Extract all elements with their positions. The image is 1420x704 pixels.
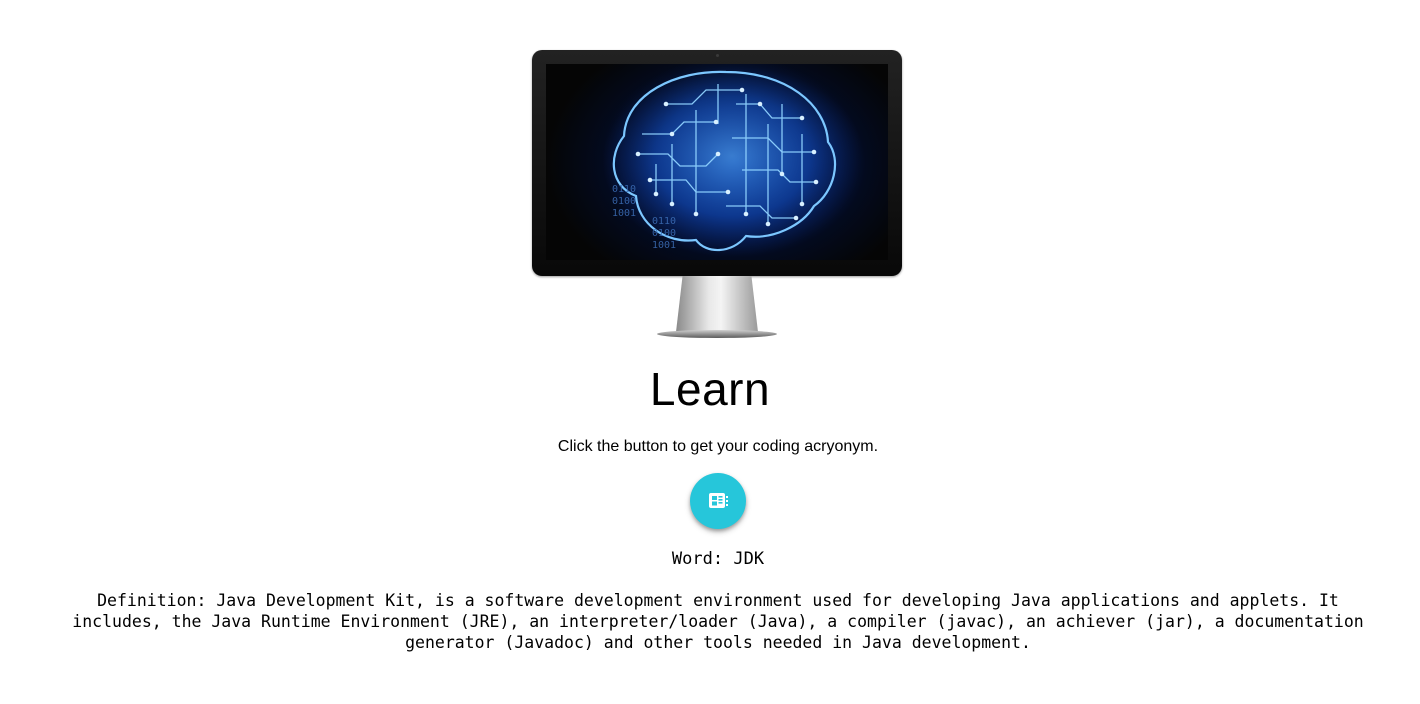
svg-text:0100: 0100 (612, 196, 636, 207)
get-acronym-button[interactable] (690, 473, 746, 529)
definition-value: Java Development Kit, is a software deve… (72, 591, 1364, 652)
word-value: JDK (733, 549, 765, 569)
word-label: Word: (671, 549, 734, 569)
svg-text:0100: 0100 (652, 228, 676, 239)
svg-text:1001: 1001 (612, 208, 636, 219)
svg-text:0110: 0110 (612, 184, 636, 195)
camera-dot (716, 54, 719, 57)
monitor-frame: 0110 0100 1001 0110 0100 1001 (532, 50, 902, 276)
definition-label: Definition: (97, 591, 217, 610)
page-subtitle: Click the button to get your coding acry… (557, 438, 879, 455)
monitor-screen: 0110 0100 1001 0110 0100 1001 (546, 64, 888, 260)
svg-text:1001: 1001 (652, 240, 676, 251)
generate-icon (707, 490, 729, 512)
monitor-stand-neck (676, 276, 758, 332)
word-result: Word: JDK (0, 549, 1420, 569)
hero-monitor-image: 0110 0100 1001 0110 0100 1001 (530, 49, 904, 339)
definition-result: Definition: Java Development Kit, is a s… (66, 590, 1370, 653)
brain-circuit-icon: 0110 0100 1001 0110 0100 1001 (602, 64, 862, 256)
svg-text:0110: 0110 (652, 216, 676, 227)
monitor-stand-base (657, 330, 777, 338)
page-title: Learn (649, 363, 771, 415)
